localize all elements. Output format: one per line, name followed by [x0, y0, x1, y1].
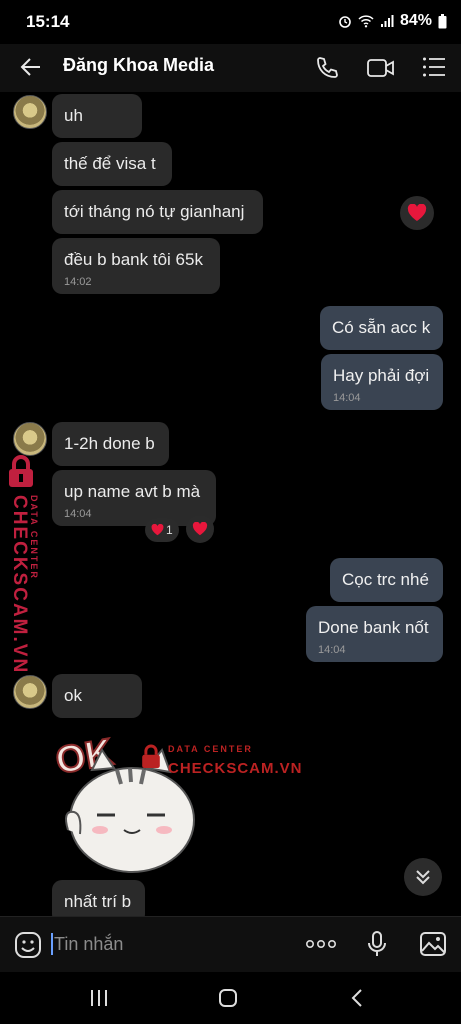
chat-title[interactable]: Đăng Khoa Media [63, 55, 214, 76]
watermark-subtitle: DATA CENTER [168, 744, 253, 754]
lock-icon [142, 744, 160, 768]
message-text: uh [64, 106, 83, 125]
message-bubble-outgoing[interactable]: Cọc trc nhé [330, 558, 443, 602]
more-options-icon[interactable] [306, 939, 336, 949]
menu-list-icon[interactable] [422, 56, 446, 78]
avatar[interactable] [13, 675, 47, 709]
message-bubble-incoming[interactable]: 1-2h done b [52, 422, 169, 466]
chat-header: Đăng Khoa Media [0, 44, 461, 92]
message-text: Hay phải đợi [333, 366, 430, 385]
message-time: 14:04 [318, 644, 346, 656]
alarm-icon [339, 16, 351, 28]
message-text: đều b bank tôi 65k [64, 250, 203, 269]
signal-icon [380, 15, 394, 27]
double-chevron-down-icon [416, 870, 430, 885]
status-time: 15:14 [26, 12, 70, 31]
watermark-title: CHECKSCAM.VN [9, 495, 30, 675]
message-time: 14:02 [64, 276, 92, 288]
watermark-vertical: CHECKSCAM.VN DATA CENTER [2, 455, 39, 674]
reaction-button[interactable] [400, 196, 434, 230]
heart-icon [151, 524, 164, 536]
message-text: tới tháng nó tự gianhanj [64, 202, 245, 221]
battery-icon [438, 13, 447, 28]
message-text: ok [64, 686, 82, 705]
watermark-title: CHECKSCAM.VN [168, 760, 303, 777]
message-text: up name avt b mà [64, 482, 201, 501]
text-cursor [51, 933, 53, 955]
system-nav-bar [0, 972, 461, 1024]
message-bubble-incoming[interactable]: thế để visa t [52, 142, 172, 186]
reaction-count-badge[interactable]: 1 [145, 518, 179, 542]
message-text: 1-2h done b [64, 434, 155, 453]
heart-icon [407, 204, 427, 221]
message-bubble-outgoing[interactable]: Done bank nốt 14:04 [306, 606, 443, 662]
gallery-icon[interactable] [419, 931, 447, 957]
message-bubble-incoming[interactable]: ok [52, 674, 142, 718]
message-text: thế để visa t [64, 154, 156, 173]
message-bubble-outgoing[interactable]: Có sẵn acc k [320, 306, 443, 350]
wifi-icon [358, 15, 374, 28]
recent-apps-icon[interactable] [89, 989, 109, 1007]
avatar[interactable] [13, 422, 47, 456]
video-call-icon[interactable] [367, 56, 395, 80]
reaction-button[interactable] [186, 515, 214, 543]
message-bubble-incoming[interactable]: uh [52, 94, 142, 138]
composer-bar: Tin nhắn [0, 916, 461, 973]
phone-icon[interactable] [315, 56, 339, 80]
back-arrow-icon[interactable] [20, 56, 42, 78]
message-time: 14:04 [333, 392, 361, 404]
message-bubble-incoming[interactable]: đều b bank tôi 65k 14:02 [52, 238, 220, 294]
emoji-icon[interactable] [14, 931, 42, 959]
home-icon[interactable] [218, 988, 238, 1008]
message-time: 14:04 [64, 508, 92, 520]
status-bar: 15:14 84% [0, 0, 461, 44]
back-icon[interactable] [350, 988, 364, 1008]
message-bubble-outgoing[interactable]: Hay phải đợi 14:04 [321, 354, 443, 410]
message-text: Cọc trc nhé [342, 570, 429, 589]
status-icons: 84% [338, 12, 447, 30]
message-input[interactable]: Tin nhắn [54, 934, 123, 955]
watermark-subtitle: DATA CENTER [29, 495, 39, 580]
message-text: Done bank nốt [318, 618, 429, 637]
heart-icon [192, 522, 208, 536]
lock-icon [9, 455, 33, 487]
reaction-count: 1 [166, 523, 173, 537]
microphone-icon[interactable] [367, 930, 387, 958]
message-text: nhất trí b [64, 892, 132, 911]
scroll-down-button[interactable] [404, 858, 442, 896]
message-bubble-incoming[interactable]: tới tháng nó tự gianhanj [52, 190, 263, 234]
avatar[interactable] [13, 95, 47, 129]
message-text: Có sẵn acc k [332, 318, 431, 337]
watermark-horizontal: DATA CENTER CHECKSCAM.VN [138, 742, 302, 782]
battery-percent: 84% [399, 12, 432, 29]
